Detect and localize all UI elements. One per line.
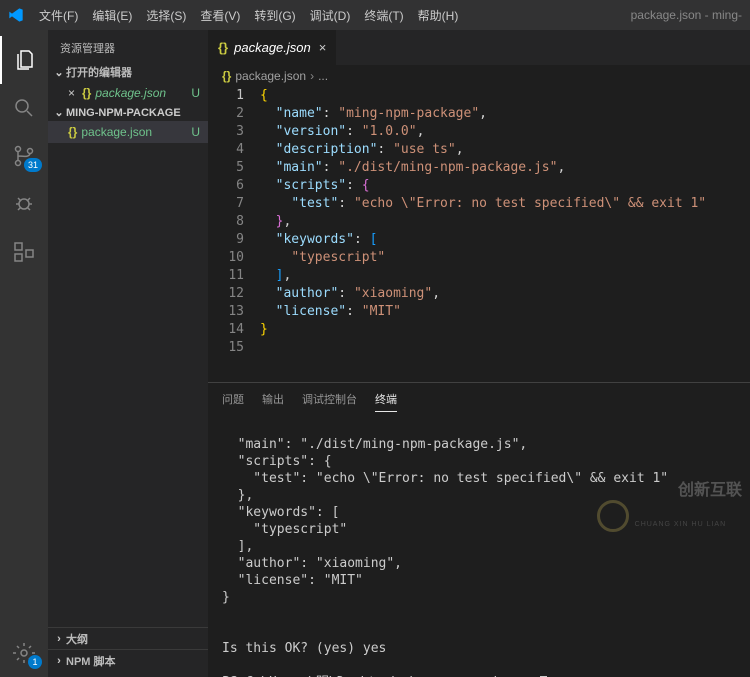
outline-label: 大纲 — [66, 631, 88, 647]
menu-item[interactable]: 帮助(H) — [411, 0, 466, 30]
activity-search[interactable] — [0, 84, 48, 132]
git-status: U — [191, 86, 200, 100]
chevron-right-icon: › — [52, 655, 66, 667]
code-area[interactable]: { "name": "ming-npm-package", "version":… — [260, 87, 750, 382]
breadcrumb-trail: ... — [318, 69, 328, 83]
file-item[interactable]: {} package.json U — [48, 121, 208, 143]
panel-tab[interactable]: 输出 — [262, 387, 284, 411]
project-header[interactable]: ⌄ MING-NPM-PACKAGE — [48, 104, 208, 121]
menu-item[interactable]: 查看(V) — [193, 0, 247, 30]
open-editors-label: 打开的编辑器 — [66, 64, 132, 80]
chevron-right-icon: › — [52, 633, 66, 645]
json-icon: {} — [222, 69, 231, 83]
menu-item[interactable]: 终端(T) — [357, 0, 410, 30]
tab-package-json[interactable]: {} package.json × — [208, 30, 336, 65]
activity-source-control[interactable]: 31 — [0, 132, 48, 180]
extensions-icon — [12, 240, 36, 264]
menu-item[interactable]: 文件(F) — [32, 0, 85, 30]
json-icon: {} — [68, 125, 77, 139]
menu-item[interactable]: 转到(G) — [247, 0, 302, 30]
file-name: package.json — [81, 125, 152, 139]
outline-section[interactable]: › 大纲 — [48, 627, 208, 649]
git-status: U — [191, 125, 200, 139]
activity-debug[interactable] — [0, 180, 48, 228]
settings-badge: 1 — [28, 655, 42, 669]
npm-scripts-section[interactable]: › NPM 脚本 — [48, 649, 208, 671]
json-icon: {} — [82, 86, 91, 100]
tab-label: package.json — [234, 40, 311, 55]
panel-tab[interactable]: 问题 — [222, 387, 244, 411]
breadcrumb[interactable]: {} package.json › ... — [208, 65, 750, 87]
open-editor-name: package.json — [95, 86, 166, 100]
close-icon[interactable]: × — [68, 86, 82, 100]
panel-tab[interactable]: 终端 — [375, 387, 397, 412]
breadcrumb-file: package.json — [235, 69, 306, 83]
activity-explorer[interactable] — [0, 36, 48, 84]
npm-scripts-label: NPM 脚本 — [66, 653, 116, 669]
panel-tabs: 问题输出调试控制台终端 — [208, 383, 750, 415]
vscode-logo-icon — [8, 7, 24, 23]
menu-item[interactable]: 编辑(E) — [85, 0, 139, 30]
chevron-right-icon: › — [310, 69, 314, 83]
sidebar-title: 资源管理器 — [48, 30, 208, 62]
bottom-panel: 问题输出调试控制台终端 "main": "./dist/ming-npm-pac… — [208, 382, 750, 677]
terminal-output: "main": "./dist/ming-npm-package.js", "s… — [222, 437, 668, 656]
tab-close-icon[interactable]: × — [319, 40, 327, 55]
editor[interactable]: 123456789101112131415 { "name": "ming-np… — [208, 87, 750, 382]
chevron-down-icon: ⌄ — [52, 106, 66, 119]
panel-tab[interactable]: 调试控制台 — [302, 387, 357, 411]
project-name: MING-NPM-PACKAGE — [66, 107, 181, 119]
sidebar: 资源管理器 ⌄ 打开的编辑器 × {} package.json U ⌄ MIN… — [48, 30, 208, 677]
chevron-down-icon: ⌄ — [52, 66, 66, 79]
editor-tabs: {} package.json × — [208, 30, 750, 65]
watermark-text: 创新互联 — [678, 482, 742, 499]
window-title: package.json - ming- — [631, 8, 750, 22]
activity-settings[interactable]: 1 — [0, 629, 48, 677]
watermark-logo-icon — [597, 500, 629, 532]
watermark-sub: CHUANG XIN HU LIAN — [635, 516, 742, 533]
open-editor-item[interactable]: × {} package.json U — [48, 82, 208, 104]
menu-item[interactable]: 调试(D) — [303, 0, 358, 30]
scm-badge: 31 — [24, 158, 42, 172]
files-icon — [13, 48, 37, 72]
open-editors-header[interactable]: ⌄ 打开的编辑器 — [48, 62, 208, 82]
line-gutter: 123456789101112131415 — [208, 87, 260, 382]
activity-bar: 31 1 — [0, 30, 48, 677]
bug-icon — [12, 192, 36, 216]
titlebar: 文件(F)编辑(E)选择(S)查看(V)转到(G)调试(D)终端(T)帮助(H)… — [0, 0, 750, 30]
terminal[interactable]: "main": "./dist/ming-npm-package.js", "s… — [208, 415, 750, 677]
json-icon: {} — [218, 40, 228, 55]
activity-extensions[interactable] — [0, 228, 48, 276]
menu-item[interactable]: 选择(S) — [139, 0, 193, 30]
search-icon — [12, 96, 36, 120]
